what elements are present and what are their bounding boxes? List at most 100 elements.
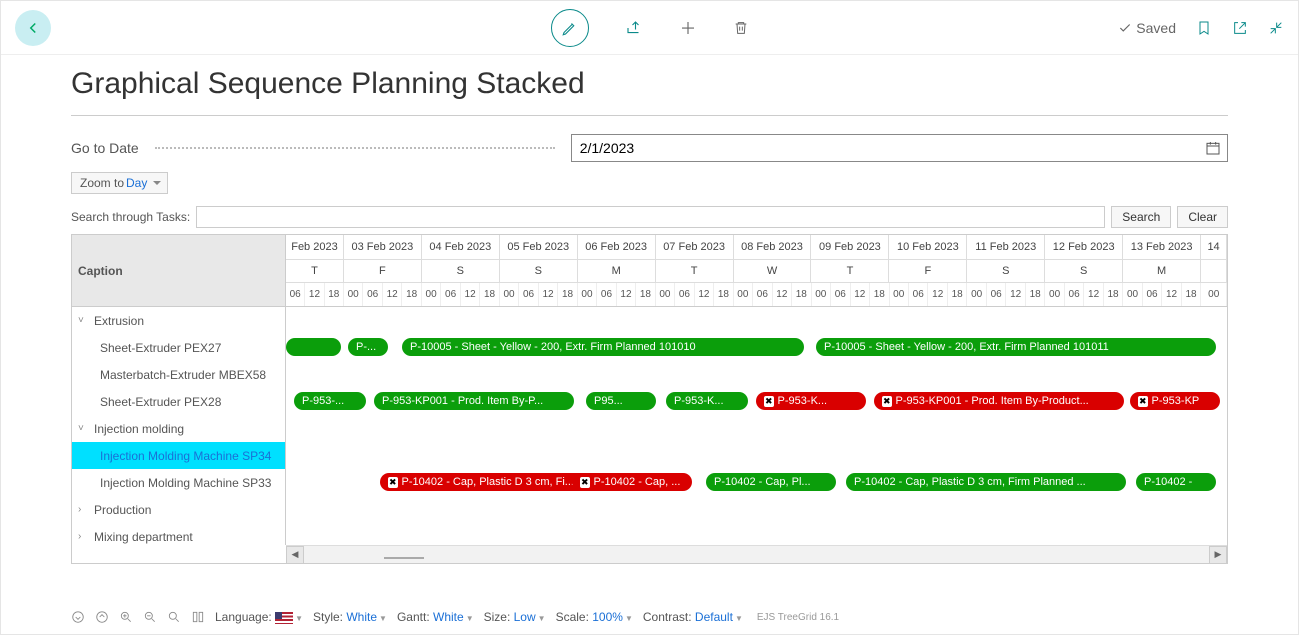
page: Saved Graphical Sequence Planning Stacke… <box>0 0 1299 635</box>
tree-row-masterbatch[interactable]: Masterbatch-Extruder MBEX58 <box>72 361 285 388</box>
size-kv[interactable]: Size: Low▼ <box>484 610 546 624</box>
gantt-bar[interactable] <box>286 338 341 356</box>
scale-kv[interactable]: Scale: 100%▼ <box>556 610 633 624</box>
date-field[interactable] <box>571 134 1228 162</box>
clear-button[interactable]: Clear <box>1177 206 1228 228</box>
dates-header: Feb 202303 Feb 202304 Feb 202305 Feb 202… <box>286 235 1227 306</box>
search-button[interactable]: Search <box>1111 206 1171 228</box>
hour-cell: 12 <box>461 283 480 306</box>
hour-cell: 18 <box>792 283 811 306</box>
gantt-bar[interactable]: P-953-KP001 - Prod. Item By-P... <box>374 392 574 410</box>
goto-label: Go to Date <box>71 140 139 156</box>
contrast-kv[interactable]: Contrast: Default▼ <box>643 610 743 624</box>
date-input[interactable] <box>572 135 1199 161</box>
dow-cell: S <box>422 259 500 283</box>
tree-label: Extrusion <box>94 314 144 328</box>
caret-icon: › <box>78 531 90 542</box>
caret-icon: ˅ <box>78 315 90 326</box>
tree-row-injection[interactable]: ˅Injection molding <box>72 415 285 442</box>
gantt-bar[interactable]: P-953-... <box>294 392 366 410</box>
gantt-bar[interactable]: P-953-K... <box>756 392 866 410</box>
back-button[interactable] <box>15 10 51 46</box>
hour-cell: 00 <box>422 283 441 306</box>
share-icon[interactable] <box>625 19 643 37</box>
search-label: Search through Tasks: <box>71 210 190 224</box>
collapse-icon[interactable] <box>1268 20 1284 36</box>
calendar-icon[interactable] <box>1199 135 1227 161</box>
dow-cell: S <box>500 259 578 283</box>
zoom-in-icon[interactable] <box>119 610 133 624</box>
hour-cell: 06 <box>675 283 694 306</box>
gantt-kv[interactable]: Gantt: White▼ <box>397 610 474 624</box>
zoom-select[interactable]: Zoom to Day <box>71 172 168 194</box>
dow-cell: T <box>656 259 734 283</box>
tree-row-sp33[interactable]: Injection Molding Machine SP33 <box>72 469 285 496</box>
hour-cell: 18 <box>1026 283 1045 306</box>
columns-icon[interactable] <box>191 610 205 624</box>
gantt-bar[interactable]: P-10402 - Cap, Plastic D 3 cm, Firm Plan… <box>846 473 1126 491</box>
popout-icon[interactable] <box>1232 20 1248 36</box>
search-row: Search through Tasks: Search Clear <box>1 202 1298 234</box>
dow-cell: M <box>578 259 656 283</box>
hour-cell: 12 <box>928 283 947 306</box>
zoom-fit-icon[interactable] <box>167 610 181 624</box>
saved-label: Saved <box>1136 20 1176 36</box>
edit-button[interactable] <box>551 9 589 47</box>
tree-row-extrusion[interactable]: ˅ Extrusion <box>72 307 285 334</box>
zoom-out-icon[interactable] <box>143 610 157 624</box>
hour-cell: 00 <box>1045 283 1064 306</box>
gantt-bar[interactable]: P-10402 - <box>1136 473 1216 491</box>
delete-icon[interactable] <box>733 19 749 37</box>
hour-cell: 18 <box>1104 283 1123 306</box>
hour-cell: 18 <box>480 283 499 306</box>
gantt-bar[interactable]: P-10402 - Cap, Pl... <box>706 473 836 491</box>
hour-cell: 18 <box>402 283 421 306</box>
month-cell: 14 <box>1201 235 1227 259</box>
search-input[interactable] <box>196 206 1105 228</box>
brand-label: EJS TreeGrid 16.1 <box>757 612 839 623</box>
hour-cell: 12 <box>1006 283 1025 306</box>
gantt-bar[interactable]: P-10005 - Sheet - Yellow - 200, Extr. Fi… <box>816 338 1216 356</box>
scroll-left-icon[interactable]: ◀ <box>286 546 304 564</box>
gantt-bar[interactable]: P-953-KP001 - Prod. Item By-Product... <box>874 392 1124 410</box>
gantt-bar[interactable]: P95... <box>586 392 656 410</box>
hour-cell: 12 <box>305 283 324 306</box>
hour-cell: 18 <box>714 283 733 306</box>
hour-cell: 12 <box>617 283 636 306</box>
hour-cell: 00 <box>656 283 675 306</box>
scroll-right-icon[interactable]: ▶ <box>1209 546 1227 564</box>
bookmark-icon[interactable] <box>1196 19 1212 37</box>
tree-label: Sheet-Extruder PEX27 <box>100 341 221 355</box>
language-kv[interactable]: Language: ▼ <box>215 610 303 624</box>
timeline[interactable]: P-... P-10005 - Sheet - Yellow - 200, Ext… <box>286 307 1227 545</box>
hour-cell: 18 <box>870 283 889 306</box>
hour-cell: 06 <box>286 283 305 306</box>
flag-icon <box>275 612 293 624</box>
gantt-bar[interactable]: P-10402 - Cap, ... <box>572 473 692 491</box>
lane: P-953-... P-953-KP001 - Prod. Item By-P..… <box>286 388 1227 415</box>
tree-row-production[interactable]: ›Production <box>72 496 285 523</box>
tree-row-sheet-pex28[interactable]: Sheet-Extruder PEX28 <box>72 388 285 415</box>
tree-row-mixing[interactable]: ›Mixing department <box>72 523 285 545</box>
expand-all-icon[interactable] <box>71 610 85 624</box>
tree-row-sheet-pex27[interactable]: Sheet-Extruder PEX27 <box>72 334 285 361</box>
gantt-bar[interactable]: P-953-KP <box>1130 392 1220 410</box>
tree-row-sp34[interactable]: Injection Molding Machine SP34 <box>72 442 285 469</box>
add-icon[interactable] <box>679 19 697 37</box>
month-cell: 03 Feb 2023 <box>344 235 422 259</box>
scroll-thumb[interactable] <box>384 557 424 559</box>
collapse-all-icon[interactable] <box>95 610 109 624</box>
dow-cell: M <box>1123 259 1201 283</box>
horizontal-scroll[interactable]: ◀ ▶ <box>286 545 1227 563</box>
gantt-bar[interactable]: P-10005 - Sheet - Yellow - 200, Extr. Fi… <box>402 338 804 356</box>
hour-cell: 12 <box>1162 283 1181 306</box>
gantt-bar[interactable]: P-... <box>348 338 388 356</box>
gantt-bar[interactable]: P-953-K... <box>666 392 748 410</box>
lane: P-... P-10005 - Sheet - Yellow - 200, Ext… <box>286 334 1227 361</box>
tree-label: Sheet-Extruder PEX28 <box>100 395 221 409</box>
dow-cell <box>1201 259 1227 283</box>
lane: P-10402 - Cap, Plastic D 3 cm, Fi...P-10… <box>286 469 1227 496</box>
style-kv[interactable]: Style: White▼ <box>313 610 387 624</box>
month-cell: 08 Feb 2023 <box>734 235 812 259</box>
tree-label: Masterbatch-Extruder MBEX58 <box>100 368 266 382</box>
